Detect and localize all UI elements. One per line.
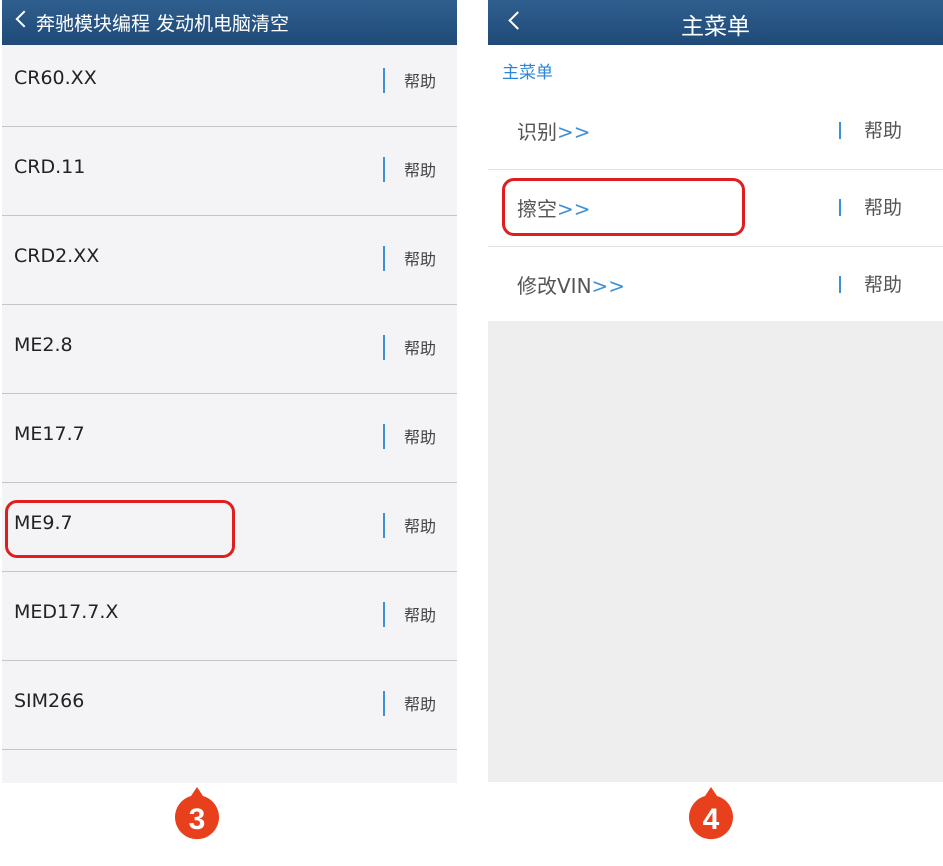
menu-item-identify[interactable]: 识别>> 帮助 — [488, 93, 943, 170]
divider — [383, 157, 385, 182]
right-page-title: 主菜单 — [681, 14, 750, 40]
left-page-title: 奔驰模块编程 发动机电脑清空 — [36, 13, 290, 35]
module-item-crd2[interactable]: CRD2.XX 帮助 — [2, 216, 457, 305]
module-item-me28[interactable]: ME2.8 帮助 — [2, 305, 457, 394]
help-button[interactable]: 帮助 — [404, 691, 436, 715]
module-label: CRD.11 — [14, 156, 86, 178]
highlight-frame — [502, 178, 745, 236]
module-label: ME17.7 — [14, 423, 85, 445]
step-badge-3: 3 — [175, 787, 219, 840]
right-screen: 主菜单 主菜单 识别>> 帮助 擦空>> 帮助 修改VIN>> 帮助 — [488, 0, 943, 782]
arrow-icon: >> — [591, 274, 626, 298]
module-item-cr60[interactable]: CR60.XX 帮助 — [2, 38, 457, 127]
back-chevron-icon[interactable] — [15, 10, 33, 28]
help-button[interactable]: 帮助 — [864, 193, 902, 220]
help-button[interactable]: 帮助 — [404, 424, 436, 448]
help-button[interactable]: 帮助 — [404, 602, 436, 626]
left-screen: 奔驰模块编程 发动机电脑清空 CR60.XX 帮助 CRD.11 帮助 CRD2… — [2, 0, 457, 783]
help-button[interactable]: 帮助 — [864, 270, 902, 297]
divider — [383, 602, 385, 627]
breadcrumb-label[interactable]: 主菜单 — [502, 58, 553, 83]
menu-item-label: 识别>> — [517, 120, 591, 144]
help-button[interactable]: 帮助 — [404, 68, 436, 92]
divider — [383, 424, 385, 449]
menu-item-label: 修改VIN>> — [517, 274, 626, 298]
help-button[interactable]: 帮助 — [404, 513, 436, 537]
divider — [839, 199, 841, 216]
module-item-med177x[interactable]: MED17.7.X 帮助 — [2, 572, 457, 661]
module-label: SIM266 — [14, 690, 85, 712]
divider — [839, 276, 841, 293]
module-item-partial[interactable] — [2, 750, 457, 783]
help-button[interactable]: 帮助 — [404, 335, 436, 359]
divider — [383, 691, 385, 716]
right-header: 主菜单 — [488, 0, 943, 45]
module-label: ME2.8 — [14, 334, 73, 356]
divider — [383, 68, 385, 93]
module-label: MED17.7.X — [14, 601, 119, 623]
divider — [839, 122, 841, 139]
step-badge-4: 4 — [689, 787, 733, 840]
divider — [383, 335, 385, 360]
arrow-icon: >> — [557, 120, 591, 144]
highlight-frame — [5, 500, 235, 558]
module-label: CRD2.XX — [14, 245, 100, 267]
step-badge-number: 3 — [189, 803, 206, 836]
help-button[interactable]: 帮助 — [404, 157, 436, 181]
divider — [383, 246, 385, 271]
step-badge-number: 4 — [703, 803, 720, 836]
help-button[interactable]: 帮助 — [404, 246, 436, 270]
module-item-sim266[interactable]: SIM266 帮助 — [2, 661, 457, 750]
breadcrumb: 主菜单 — [488, 45, 943, 93]
module-label: CR60.XX — [14, 67, 97, 89]
module-item-crd11[interactable]: CRD.11 帮助 — [2, 127, 457, 216]
divider — [383, 513, 385, 538]
module-item-me177[interactable]: ME17.7 帮助 — [2, 394, 457, 483]
menu-item-edit-vin[interactable]: 修改VIN>> 帮助 — [488, 247, 943, 321]
help-button[interactable]: 帮助 — [864, 116, 902, 143]
